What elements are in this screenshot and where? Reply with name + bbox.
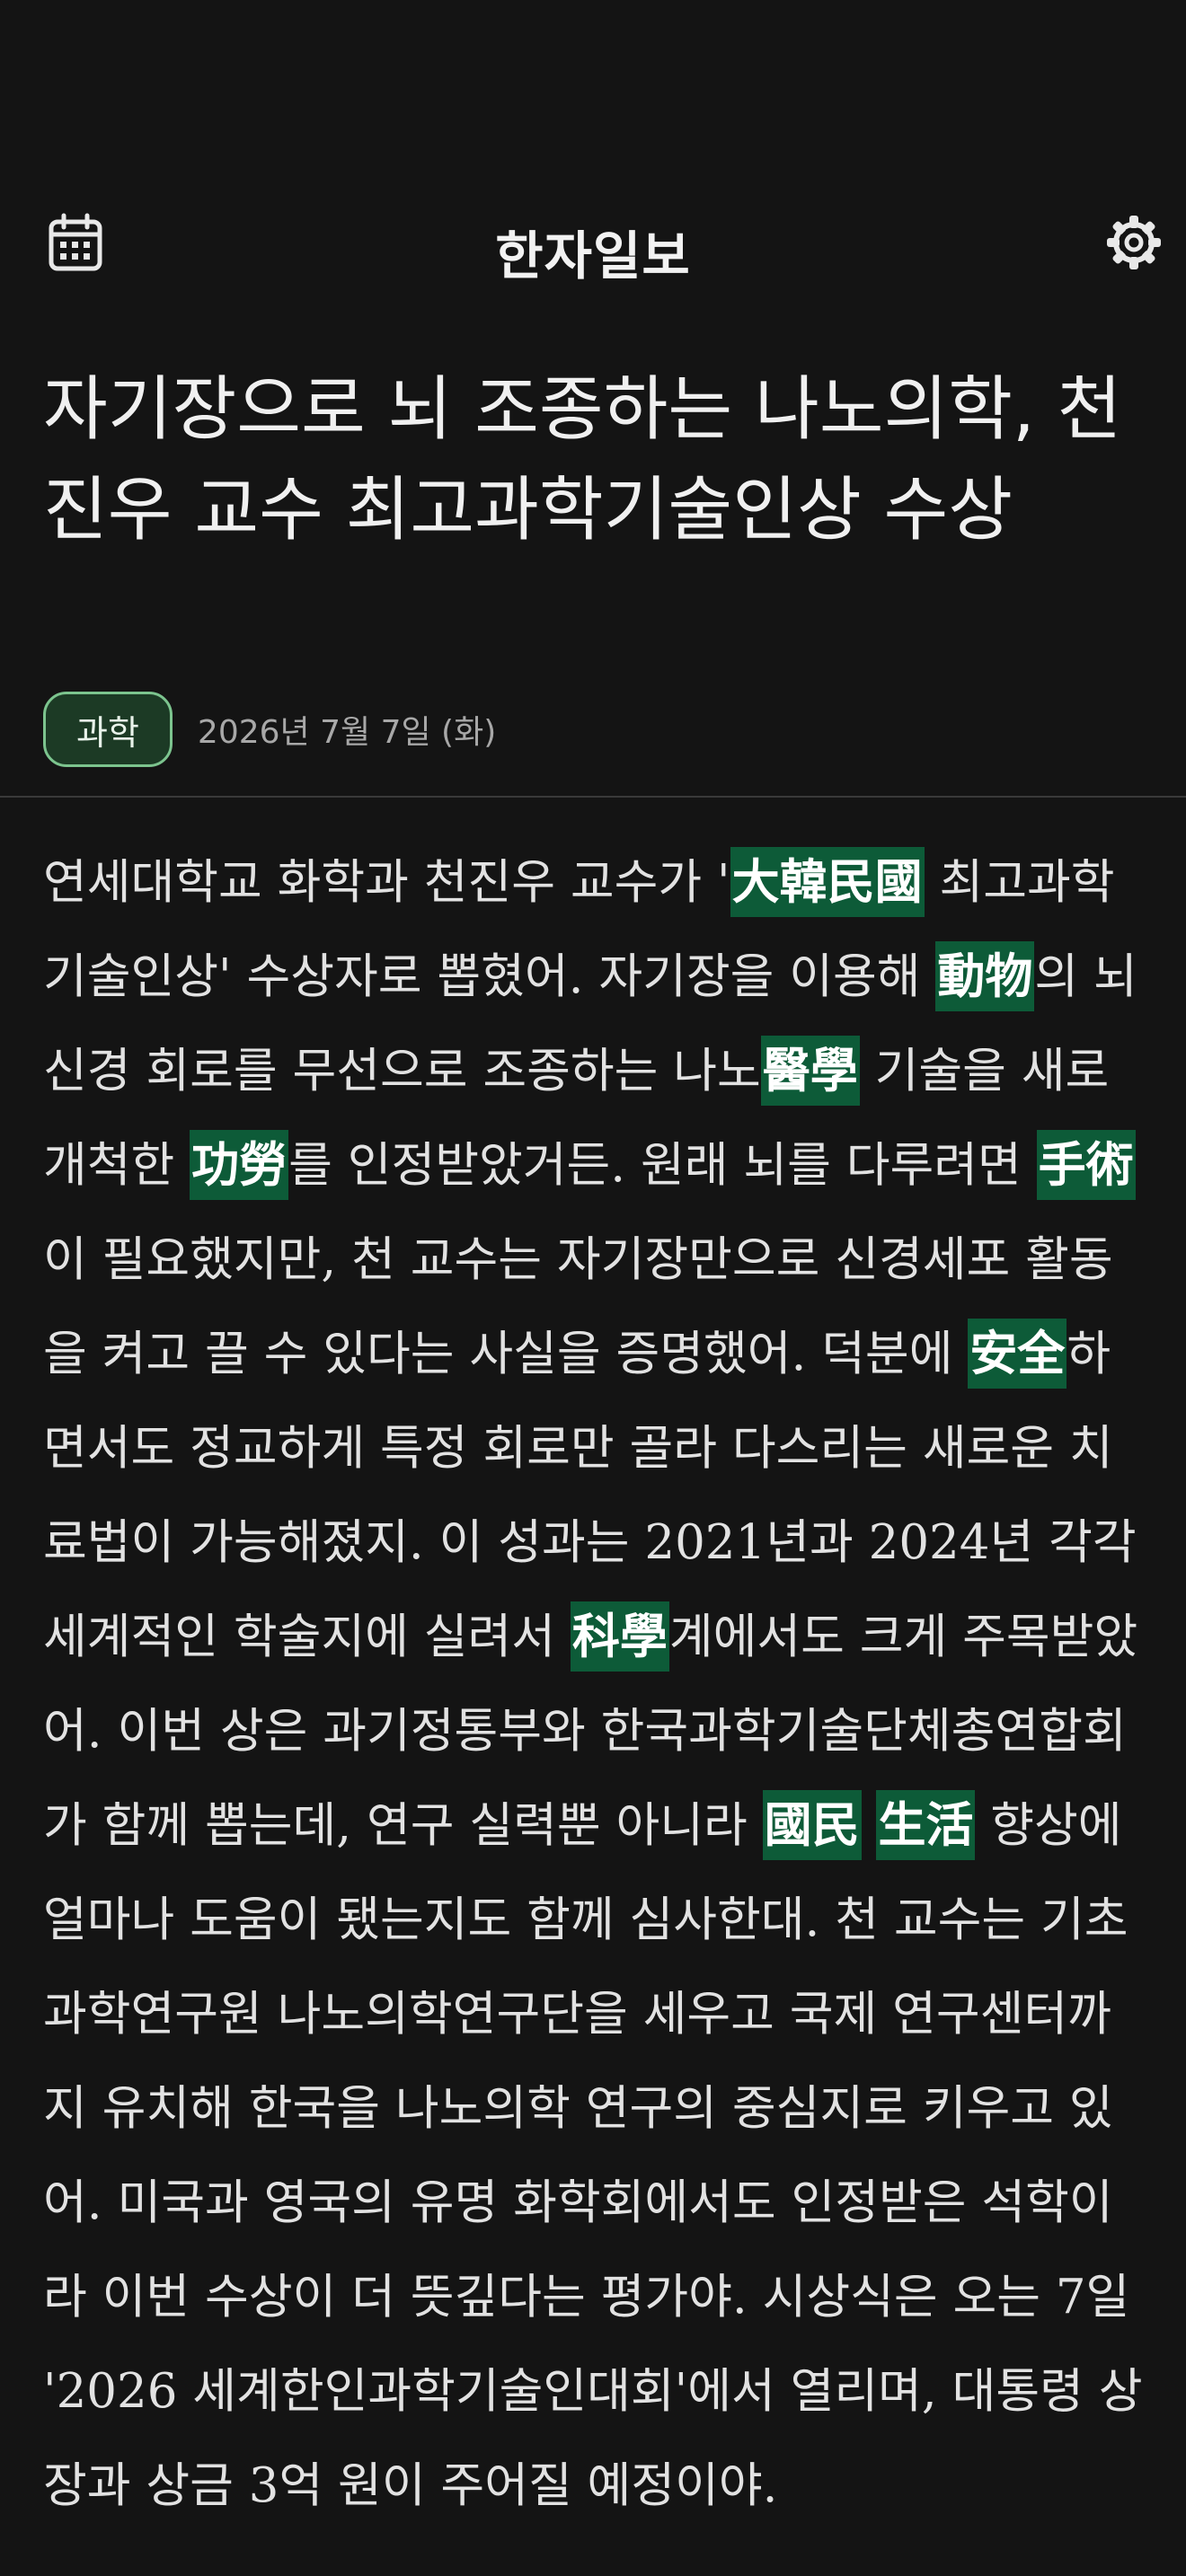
top-bar: 한자일보 — [0, 180, 1186, 305]
hanja-word[interactable]: 動物 — [935, 941, 1035, 1011]
article-meta: 과학 2026년 7월 7일 (화) — [43, 690, 496, 769]
hanja-word[interactable]: 國民 — [762, 1790, 862, 1860]
divider — [0, 796, 1186, 798]
body-text — [862, 1798, 877, 1853]
hanja-word[interactable]: 生活 — [876, 1790, 976, 1860]
hanja-word[interactable]: 科學 — [570, 1601, 669, 1672]
hanja-word[interactable]: 醫學 — [760, 1036, 860, 1106]
hanja-word[interactable]: 手術 — [1036, 1130, 1136, 1200]
body-text: 를 인정받았거든. 원래 뇌를 다루려면 — [288, 1138, 1037, 1193]
article-body: 연세대학교 화학과 천진우 교수가 '大韓民國 최고과학기술인상' 수상자로 뽑… — [43, 835, 1148, 2533]
app-title: 한자일보 — [495, 225, 691, 287]
article-date: 2026년 7월 7일 (화) — [197, 714, 497, 751]
body-text: 이 필요했지만, 천 교수는 자기장만으로 신경세포 활동을 켜고 끌 수 있다… — [43, 1232, 1113, 1381]
category-badge[interactable]: 과학 — [43, 692, 173, 767]
body-text: 향상에 얼마나 도움이 됐는지도 함께 심사한대. 천 교수는 기초과학연구원 … — [43, 1798, 1143, 2513]
hanja-word[interactable]: 功勞 — [190, 1130, 289, 1200]
body-text: 연세대학교 화학과 천진우 교수가 ' — [43, 855, 730, 910]
article-headline: 자기장으로 뇌 조종하는 나노의학, 천진우 교수 최고과학기술인상 수상 — [43, 369, 1122, 551]
hanja-word[interactable]: 安全 — [968, 1319, 1067, 1389]
settings-button[interactable] — [1098, 207, 1170, 278]
gear-icon — [1107, 216, 1161, 269]
hanja-word[interactable]: 大韓民國 — [730, 847, 925, 917]
